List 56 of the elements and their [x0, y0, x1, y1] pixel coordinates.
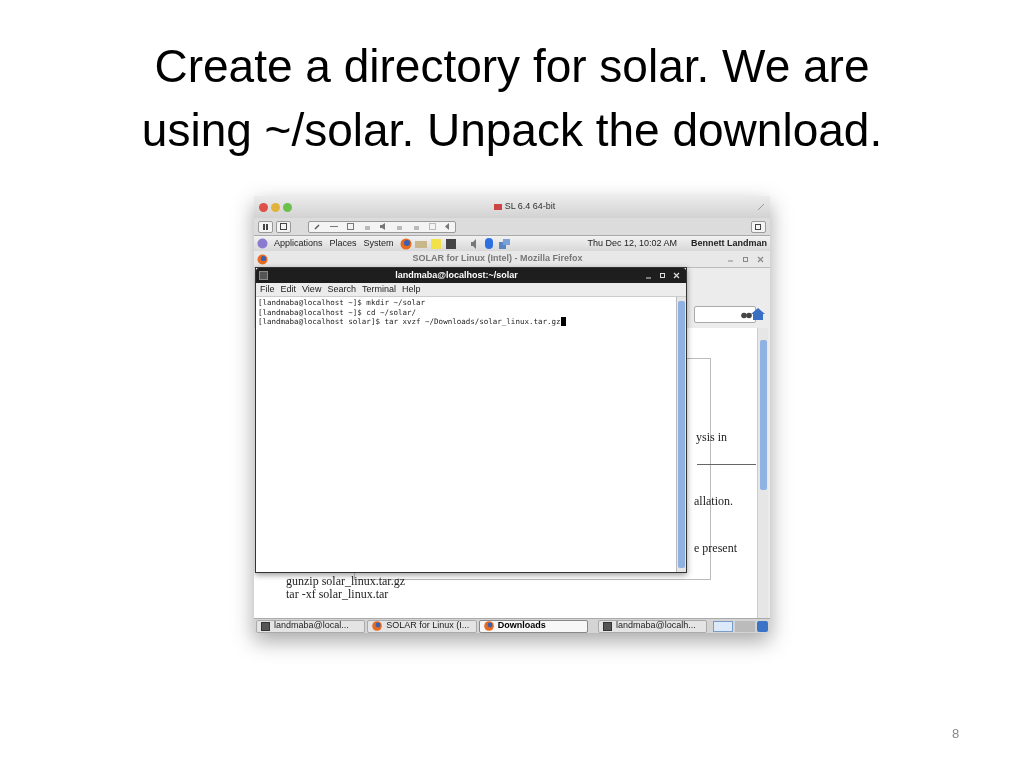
- workspace-switcher[interactable]: [735, 620, 756, 632]
- speaker-icon[interactable]: [470, 238, 479, 249]
- firefox-icon: [257, 253, 268, 265]
- command-text: tar -xf solar_linux.tar: [286, 588, 389, 601]
- taskbar-button[interactable]: SOLAR for Linux (I...: [367, 619, 477, 633]
- taskbar-button[interactable]: Downloads: [478, 619, 588, 633]
- menu-item[interactable]: Search: [327, 282, 356, 297]
- window-button[interactable]: [751, 220, 766, 233]
- panel-menu[interactable]: Applications: [274, 236, 323, 251]
- zoom-button[interactable]: [283, 202, 292, 212]
- taskbar-button[interactable]: landmaba@localh...: [598, 619, 708, 633]
- scrollbar[interactable]: [757, 328, 768, 618]
- binoculars-icon[interactable]: [741, 310, 752, 319]
- network-icon[interactable]: [428, 223, 436, 230]
- scrollbar-thumb[interactable]: [678, 301, 685, 568]
- pause-button[interactable]: [258, 220, 273, 233]
- taskbar-button[interactable]: landmaba@local...: [256, 619, 366, 633]
- menu-item[interactable]: Terminal: [361, 282, 396, 297]
- page-text: e present: [694, 540, 737, 557]
- resize-icon[interactable]: [757, 203, 765, 211]
- user-name[interactable]: Bennett Landman: [691, 236, 767, 251]
- scrollbar-thumb[interactable]: [759, 340, 767, 490]
- trash-icon[interactable]: [757, 620, 768, 632]
- command-text: gunzip solar_linux.tar.gz: [286, 575, 405, 588]
- gnome-foot-icon[interactable]: [257, 238, 268, 249]
- speaker-icon[interactable]: [379, 223, 387, 230]
- clock[interactable]: Thu Dec 12, 10:02 AM: [587, 236, 677, 251]
- close-button[interactable]: [259, 202, 268, 212]
- menu-item[interactable]: View: [302, 282, 322, 297]
- firefox-icon[interactable]: [399, 237, 412, 250]
- workspace-switcher[interactable]: [713, 620, 734, 632]
- panel-menu[interactable]: Places: [329, 236, 357, 251]
- window-title: SL 6.4 64-bit: [504, 200, 556, 214]
- scrollbar[interactable]: [676, 297, 686, 572]
- window-title: landmaba@localhost:~/solar: [394, 268, 519, 282]
- search-field[interactable]: [694, 306, 756, 323]
- page-text: allation.: [694, 493, 733, 510]
- panel-menu[interactable]: System: [363, 236, 394, 251]
- snapshot-button[interactable]: [276, 220, 291, 233]
- slide-title: Create a directory for solar. We are: [154, 39, 870, 94]
- menu-item[interactable]: Edit: [280, 282, 297, 297]
- network-icon[interactable]: [498, 238, 510, 249]
- square-icon: [280, 223, 287, 230]
- firefox-icon: [372, 621, 383, 631]
- pause-icon: [262, 223, 269, 230]
- menu-item[interactable]: File: [260, 282, 275, 297]
- page-number: 8: [952, 725, 960, 743]
- home-icon[interactable]: [751, 308, 765, 320]
- vm-icon: [493, 203, 502, 211]
- slide-title: using ~/solar. Unpack the download.: [141, 103, 883, 158]
- caret-icon[interactable]: [445, 223, 451, 230]
- menu-item[interactable]: Help: [401, 282, 421, 297]
- text-cursor: [560, 317, 566, 327]
- page-text: ysis in: [696, 429, 727, 446]
- firefox-icon: [483, 621, 494, 631]
- window-title: SOLAR for Linux (Intel) - Mozilla Firefox: [411, 252, 584, 266]
